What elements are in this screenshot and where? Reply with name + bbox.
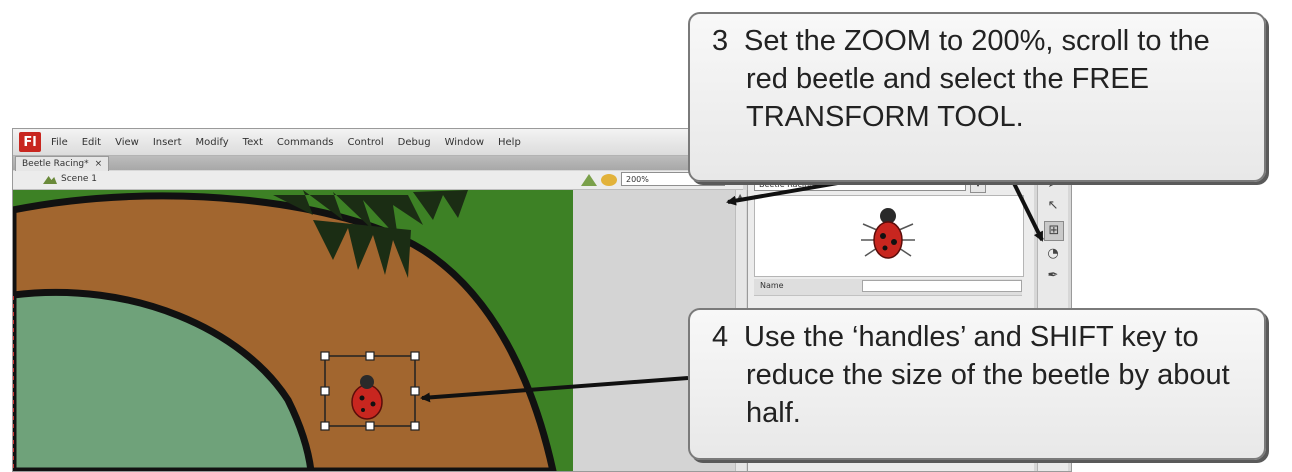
free-transform-tool-icon[interactable]: ⊞ xyxy=(1044,221,1064,241)
beetle-preview-image xyxy=(861,208,915,259)
menu-control[interactable]: Control xyxy=(348,137,384,148)
menu-window[interactable]: Window xyxy=(445,137,484,148)
menu-edit[interactable]: Edit xyxy=(82,137,101,148)
menu-text[interactable]: Text xyxy=(243,137,263,148)
stage-artwork xyxy=(13,190,573,471)
menu-debug[interactable]: Debug xyxy=(398,137,431,148)
library-header-row: Name xyxy=(754,279,1022,296)
menu-view[interactable]: View xyxy=(115,137,139,148)
callout-step-3-text: Set the ZOOM to 200%, scroll to the red … xyxy=(744,25,1210,133)
document-tab-label: Beetle Racing* xyxy=(22,159,89,169)
edit-symbols-icon[interactable] xyxy=(581,174,597,186)
menu-insert[interactable]: Insert xyxy=(153,137,182,148)
subselection-tool-icon[interactable]: ↖ xyxy=(1044,197,1062,215)
library-preview xyxy=(754,195,1024,277)
callout-step-3-number: 3 xyxy=(712,25,729,57)
menu-help[interactable]: Help xyxy=(498,137,521,148)
scene-breadcrumb[interactable]: Scene 1 xyxy=(43,174,97,184)
callout-step-4-number: 4 xyxy=(712,321,729,353)
document-tab[interactable]: Beetle Racing* × xyxy=(15,156,110,171)
scene-icon xyxy=(43,176,57,184)
flash-logo-icon: Fl xyxy=(19,132,41,152)
menu-commands[interactable]: Commands xyxy=(277,137,334,148)
edit-scene-icon[interactable] xyxy=(601,174,617,186)
menu-file[interactable]: File xyxy=(51,137,68,148)
scroll-up-icon[interactable]: ▲ xyxy=(737,192,743,201)
library-name-column[interactable]: Name xyxy=(760,281,784,290)
close-icon[interactable]: × xyxy=(95,157,103,171)
menu-modify[interactable]: Modify xyxy=(196,137,229,148)
pen-tool-icon[interactable]: ✒ xyxy=(1044,267,1062,285)
callout-step-4-text: Use the ‘handles’ and SHIFT key to reduc… xyxy=(744,321,1230,429)
scene-label: Scene 1 xyxy=(61,174,98,184)
callout-step-3: 3 Set the ZOOM to 200%, scroll to the re… xyxy=(688,12,1266,182)
library-search-input[interactable] xyxy=(862,280,1022,292)
lasso-tool-icon[interactable]: ◔ xyxy=(1044,245,1062,263)
scene-edit-bar: Scene 1 200% xyxy=(13,171,743,190)
callout-step-4: 4 Use the ‘handles’ and SHIFT key to red… xyxy=(688,308,1266,460)
stage-canvas[interactable] xyxy=(13,190,743,471)
